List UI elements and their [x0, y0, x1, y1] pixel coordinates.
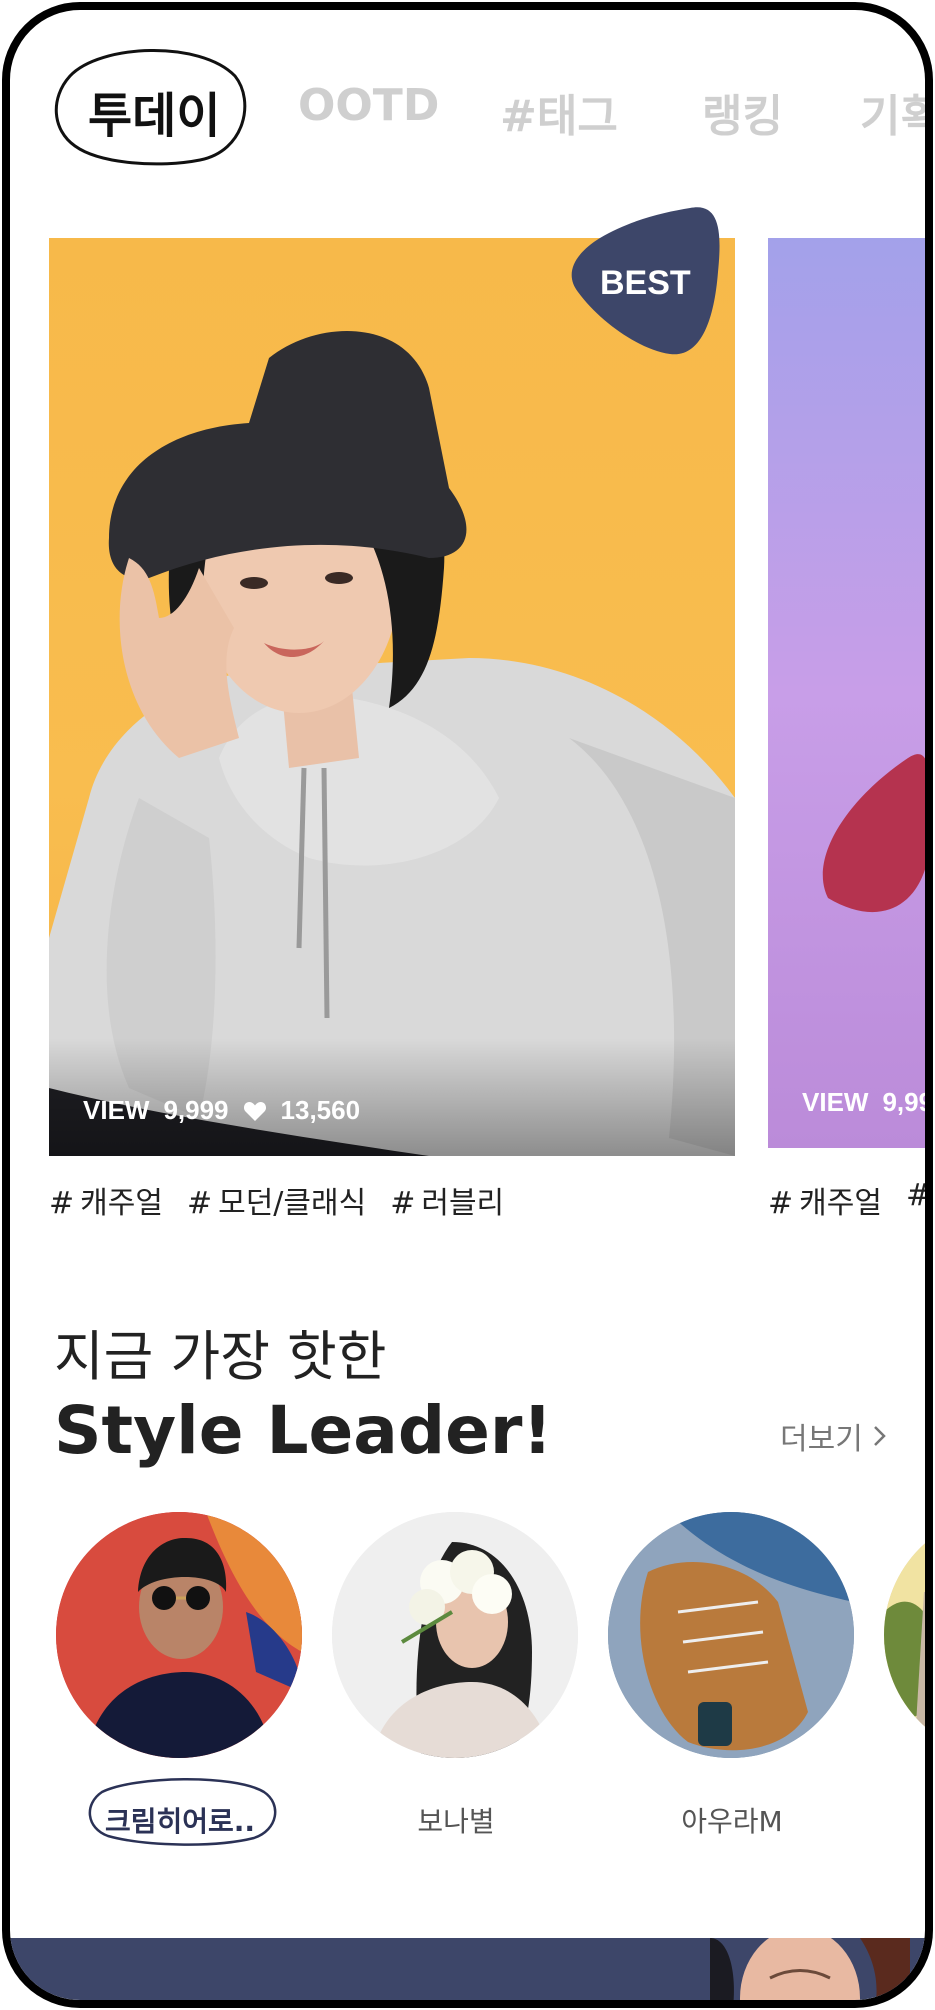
tab-ootd[interactable]: OOTD	[298, 80, 439, 131]
avatar-illustration	[884, 1512, 925, 1758]
avatar-illustration	[332, 1512, 578, 1758]
leader-item[interactable]: 크림히어로..	[56, 1512, 304, 1846]
feed-card[interactable]: VIEW 9,999 13,560 # 캐주얼 # 모던/클래식 # 러블리	[49, 238, 735, 1221]
avatar[interactable]	[332, 1512, 578, 1758]
category-tabs: 투데이 OOTD #태그 랭킹 기획	[50, 46, 925, 166]
avatar[interactable]	[56, 1512, 302, 1758]
tab-tag[interactable]: #태그	[500, 80, 618, 144]
tag-casual[interactable]: # 캐주얼	[768, 1178, 882, 1222]
card-stats: VIEW 9,99	[802, 1087, 933, 1118]
card-photo[interactable]: VIEW 9,99	[768, 238, 933, 1148]
leader-name: 크림히어로..	[104, 1805, 256, 1838]
tag-lovely[interactable]: # 러블리	[390, 1178, 504, 1222]
section-subtitle: 지금 가장 핫한	[54, 1325, 387, 1388]
model-illustration	[822, 754, 925, 913]
tab-today[interactable]: 투데이	[88, 76, 220, 146]
leader-item[interactable]: 아우라M	[608, 1512, 856, 1838]
heart-icon[interactable]	[243, 1100, 267, 1122]
like-count: 13,560	[280, 1095, 361, 1125]
view-count: 9,999	[163, 1095, 229, 1125]
card-stats: VIEW 9,999 13,560	[83, 1095, 360, 1126]
view-count: 9,99	[882, 1087, 933, 1117]
avatar[interactable]	[608, 1512, 854, 1758]
more-link[interactable]: 더보기	[780, 1414, 887, 1458]
model-illustration	[49, 330, 735, 1156]
avatar[interactable]	[884, 1512, 925, 1758]
more-label: 더보기	[780, 1422, 863, 1457]
leader-name: 보나별	[417, 1805, 495, 1838]
feed-card[interactable]: VIEW 9,99 # 캐주얼 #	[768, 238, 933, 1221]
avatar-illustration	[608, 1512, 854, 1758]
tag-casual[interactable]: # 캐주얼	[49, 1178, 163, 1222]
phone-frame: 투데이 OOTD #태그 랭킹 기획 VIEW 9,999 13,560 # 캐…	[2, 2, 933, 2008]
banner-illustration	[710, 1938, 910, 2000]
best-badge-label: BEST	[600, 264, 691, 302]
avatar-illustration	[56, 1512, 302, 1758]
tag-modern-classic[interactable]: # 모던/클래식	[187, 1178, 366, 1222]
chevron-right-icon	[873, 1426, 886, 1446]
card-tags: # 캐주얼 # 모던/클래식 # 러블리	[49, 1178, 504, 1222]
tab-ranking[interactable]: 랭킹	[702, 80, 783, 144]
section-title: Style Leader!	[54, 1392, 553, 1469]
tab-special[interactable]: 기획	[860, 80, 925, 144]
card-photo[interactable]: VIEW 9,999 13,560	[49, 238, 735, 1156]
leader-name: 아우라M	[681, 1805, 783, 1838]
tag-partial[interactable]: #	[906, 1178, 925, 1222]
view-label: VIEW	[802, 1087, 869, 1117]
view-label: VIEW	[83, 1095, 150, 1125]
card-tags: # 캐주얼 #	[768, 1178, 925, 1222]
bottom-banner[interactable]	[10, 1938, 925, 2000]
leader-item[interactable]	[884, 1512, 925, 1758]
leader-item[interactable]: 보나별	[332, 1512, 580, 1838]
